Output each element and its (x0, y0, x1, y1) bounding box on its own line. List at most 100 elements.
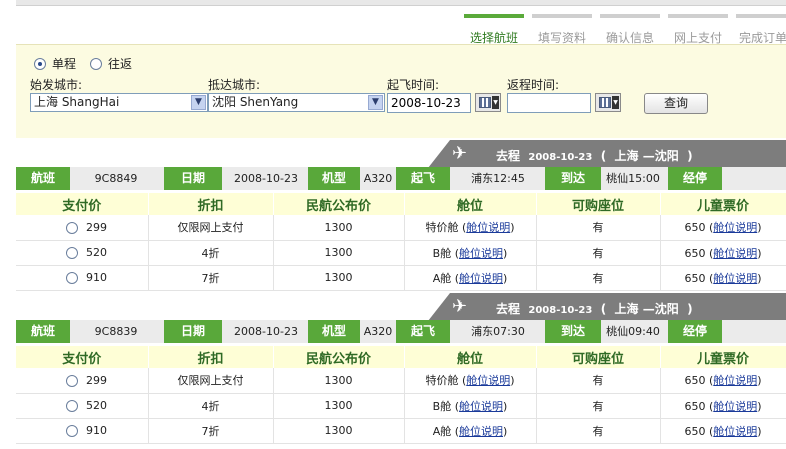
paren-close: ) (757, 424, 762, 438)
fare-header-row: 支付价 折扣 民航公布价 舱位 可购座位 儿童票价 (16, 193, 786, 215)
destination-select[interactable]: 沈阳 ShenYang ▼ (208, 93, 385, 112)
cabin-info-link[interactable]: 舱位说明 (459, 425, 503, 438)
cabin: 特价舱 (425, 221, 459, 235)
route-close-paren: ) (687, 149, 693, 163)
cabin-info-link[interactable]: 舱位说明 (459, 247, 503, 260)
date-label: 日期 (164, 320, 222, 343)
arrive-label: 到达 (545, 320, 601, 343)
paren-close: ) (757, 271, 762, 285)
flight-no: 9C8839 (94, 325, 138, 338)
col-seats: 可购座位 (536, 193, 661, 215)
route-dash: — (642, 302, 655, 316)
trip-direction: 去程 (496, 302, 521, 316)
depart-time: 浦东07:30 (471, 325, 525, 338)
col-cabin: 舱位 (404, 193, 537, 215)
child-fare-cell: 650 (舱位说明) (660, 215, 786, 241)
one-way-radio[interactable] (34, 57, 46, 70)
cabin-cell: 特价舱 (舱位说明) (404, 215, 537, 241)
discount: 7折 (148, 418, 274, 444)
origin-select[interactable]: 上海 ShangHai ▼ (30, 93, 208, 112)
return-calendar-button[interactable]: ▼ (595, 93, 621, 112)
depart-label: 起飞 (396, 167, 450, 190)
aircraft-model: A320 (363, 172, 393, 185)
fare-select-radio[interactable] (66, 272, 78, 284)
child-fare: 650 (684, 399, 706, 413)
depart-time: 浦东12:45 (471, 172, 525, 185)
paren-close: ) (510, 221, 515, 235)
cabin-cell: B舱 (舱位说明) (404, 240, 537, 266)
stopover-label: 经停 (668, 167, 722, 190)
route-from: 上海 (614, 149, 639, 163)
col-pay-price: 支付价 (16, 346, 149, 368)
public-price: 1300 (273, 418, 405, 444)
child-fare-cell: 650 (舱位说明) (660, 393, 786, 419)
cabin-info-link[interactable]: 舱位说明 (713, 400, 757, 413)
seats: 有 (536, 418, 661, 444)
fare-select-radio[interactable] (66, 247, 78, 259)
cabin-info-link[interactable]: 舱位说明 (713, 247, 757, 260)
return-date-label: 返程时间: (507, 78, 560, 92)
fare-select-radio[interactable] (66, 400, 78, 412)
route-dash: — (642, 149, 655, 163)
col-pay-price: 支付价 (16, 193, 149, 215)
cabin: A舱 (432, 424, 452, 438)
pay-price: 520 (86, 246, 107, 259)
route-open-paren: ( (600, 149, 607, 163)
public-price: 1300 (273, 240, 405, 266)
discount: 仅限网上支付 (148, 215, 274, 241)
col-child-fare: 儿童票价 (660, 193, 786, 215)
step-fill-info[interactable]: 填写资料 (532, 14, 592, 45)
cabin-info-link[interactable]: 舱位说明 (466, 374, 510, 387)
cabin-info-link[interactable]: 舱位说明 (713, 425, 757, 438)
step-complete-order[interactable]: 完成订单 (736, 14, 786, 45)
cabin-info-link[interactable]: 舱位说明 (466, 221, 510, 234)
query-button[interactable]: 查询 (644, 93, 708, 114)
depart-date-input[interactable] (387, 93, 471, 113)
table-row: 299 仅限网上支付 1300 特价舱 (舱位说明) 有 650 (舱位说明) (16, 215, 786, 241)
cabin: B舱 (432, 246, 452, 260)
pay-price-cell: 299 (16, 368, 149, 394)
cabin-info-link[interactable]: 舱位说明 (713, 374, 757, 387)
pay-price-cell: 910 (16, 265, 149, 291)
child-fare-cell: 650 (舱位说明) (660, 265, 786, 291)
route-text: 去程 2008-10-23 ( 上海 —沈阳 ) (496, 147, 693, 164)
pay-price: 520 (86, 399, 107, 412)
cabin-info-link[interactable]: 舱位说明 (459, 272, 503, 285)
route-banner: ✈ 去程 2008-10-23 ( 上海 —沈阳 ) (428, 140, 786, 168)
fare-select-radio[interactable] (66, 425, 78, 437)
step-pay-online[interactable]: 网上支付 (668, 14, 728, 45)
flight-date: 2008-10-23 (234, 172, 298, 185)
route-date: 2008-10-23 (528, 305, 593, 316)
col-discount: 折扣 (148, 346, 274, 368)
search-panel: 单程 往返 始发城市: 上海 ShangHai ▼ 抵达城市: 沈阳 ShenY… (16, 44, 786, 138)
flight-no: 9C8849 (94, 172, 138, 185)
route-to: 沈阳 (654, 302, 679, 316)
round-trip-label: 往返 (108, 57, 133, 71)
fare-select-radio[interactable] (66, 374, 78, 387)
child-fare-cell: 650 (舱位说明) (660, 240, 786, 266)
return-date-input[interactable] (507, 93, 591, 113)
public-price: 1300 (273, 265, 405, 291)
pay-price: 910 (86, 271, 107, 284)
route-close-paren: ) (687, 302, 693, 316)
cabin: 特价舱 (425, 374, 459, 388)
public-price: 1300 (273, 393, 405, 419)
step-select-flight[interactable]: 选择航班 (464, 14, 524, 45)
paren-close: ) (503, 271, 508, 285)
cabin-info-link[interactable]: 舱位说明 (713, 221, 757, 234)
paren-close: ) (757, 399, 762, 413)
plane-icon: ✈ (452, 143, 468, 164)
cabin-info-link[interactable]: 舱位说明 (459, 400, 503, 413)
depart-calendar-button[interactable]: ▼ (475, 93, 501, 112)
discount: 4折 (148, 240, 274, 266)
flight-info-bar: 航班 9C8839 日期 2008-10-23 机型 A320 起飞 浦东07:… (16, 320, 786, 343)
route-from: 上海 (614, 302, 639, 316)
round-trip-radio[interactable] (90, 57, 103, 70)
pay-price-cell: 520 (16, 240, 149, 266)
paren-close: ) (757, 374, 762, 388)
fare-select-radio[interactable] (66, 221, 78, 234)
step-confirm[interactable]: 确认信息 (600, 14, 660, 45)
table-row: 520 4折 1300 B舱 (舱位说明) 有 650 (舱位说明) (16, 240, 786, 266)
cabin-info-link[interactable]: 舱位说明 (713, 272, 757, 285)
public-price: 1300 (273, 368, 405, 394)
